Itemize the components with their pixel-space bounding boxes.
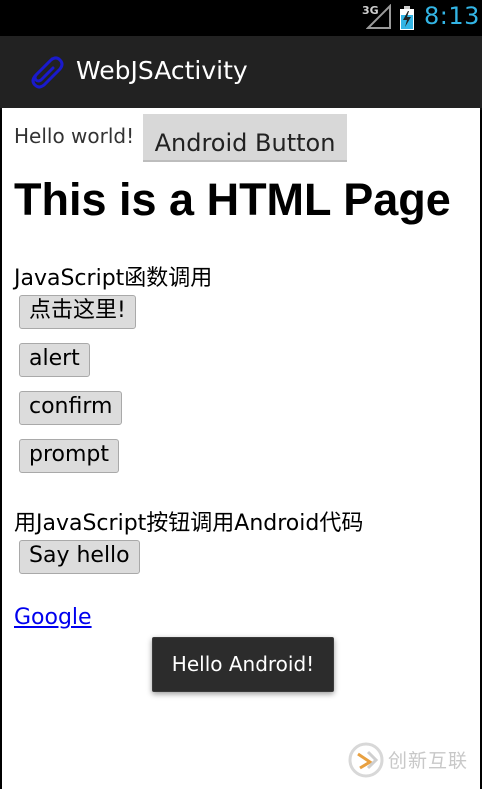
click-here-button[interactable]: 点击这里! — [19, 295, 136, 329]
alert-button[interactable]: alert — [19, 343, 90, 377]
signal-icon — [366, 4, 391, 29]
confirm-button[interactable]: confirm — [19, 391, 123, 425]
clock-time: 8:13 — [424, 2, 480, 30]
battery-charging-icon — [400, 6, 414, 30]
watermark-text: 创新互联 — [388, 750, 469, 772]
android-section-label: 用JavaScript按钮调用Android代码 — [14, 511, 364, 536]
page-heading: This is a HTML Page — [14, 174, 451, 225]
say-hello-button[interactable]: Say hello — [19, 540, 140, 574]
content-area: Hello world! Android Button This is a HT… — [2, 108, 480, 789]
status-bar: 3G 8:13 — [0, 0, 482, 36]
hello-world-text: Hello world! — [14, 124, 135, 148]
watermark-logo-icon — [348, 742, 384, 778]
android-button[interactable]: Android Button — [143, 114, 347, 162]
app-title: WebJSActivity — [76, 56, 248, 85]
paperclip-icon[interactable] — [22, 50, 66, 94]
action-bar: WebJSActivity — [0, 36, 482, 110]
toast-message: Hello Android! — [152, 637, 334, 692]
watermark: 创新互联 — [346, 740, 476, 780]
phone-screen: 3G 8:13 WebJSActivity Hello world! Andro… — [0, 0, 482, 789]
prompt-button[interactable]: prompt — [19, 439, 120, 473]
google-link[interactable]: Google — [14, 605, 92, 630]
js-section-label: JavaScript函数调用 — [14, 266, 213, 291]
